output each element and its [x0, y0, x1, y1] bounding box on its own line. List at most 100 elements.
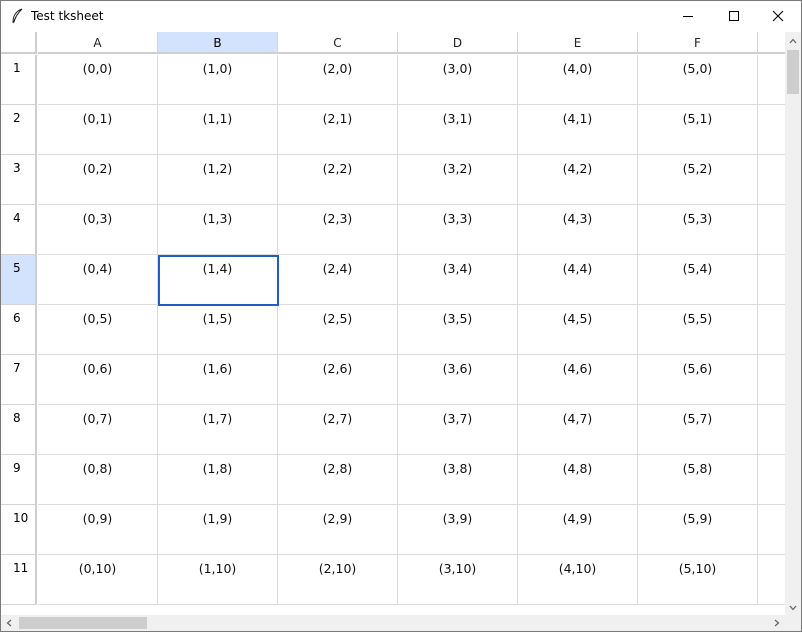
cell[interactable]: (2,6)	[278, 355, 398, 405]
cell[interactable]: (4,5)	[518, 305, 638, 355]
empty-area	[758, 455, 785, 505]
row-header-4[interactable]: 4	[1, 205, 37, 255]
row-header-8[interactable]: 8	[1, 405, 37, 455]
scroll-left-arrow[interactable]	[1, 615, 17, 631]
scroll-right-arrow[interactable]	[769, 615, 785, 631]
cell[interactable]: (5,5)	[638, 305, 758, 355]
window-title: Test tksheet	[31, 9, 104, 23]
cell[interactable]: (3,6)	[398, 355, 518, 405]
cell[interactable]: (1,8)	[158, 455, 278, 505]
row-header-5[interactable]: 5	[1, 255, 37, 305]
cell[interactable]: (3,9)	[398, 505, 518, 555]
cell[interactable]: (4,4)	[518, 255, 638, 305]
cell[interactable]: (4,6)	[518, 355, 638, 405]
cell[interactable]: (5,10)	[638, 555, 758, 605]
cell[interactable]: (5,8)	[638, 455, 758, 505]
cell[interactable]: (5,4)	[638, 255, 758, 305]
cell[interactable]: (0,2)	[38, 155, 158, 205]
cell[interactable]: (1,0)	[158, 55, 278, 105]
scroll-down-arrow[interactable]	[785, 599, 801, 615]
select-all-corner[interactable]	[1, 32, 37, 54]
cell[interactable]: (4,2)	[518, 155, 638, 205]
cell[interactable]: (1,6)	[158, 355, 278, 405]
cell[interactable]: (4,3)	[518, 205, 638, 255]
cell[interactable]: (3,8)	[398, 455, 518, 505]
vertical-scrollbar[interactable]	[785, 32, 801, 615]
cell[interactable]: (1,9)	[158, 505, 278, 555]
chevron-right-icon	[774, 616, 780, 630]
cell[interactable]: (4,10)	[518, 555, 638, 605]
cell[interactable]: (3,10)	[398, 555, 518, 605]
cell[interactable]: (2,3)	[278, 205, 398, 255]
cell[interactable]: (2,5)	[278, 305, 398, 355]
cell[interactable]: (1,4)	[158, 255, 278, 305]
row-header-11[interactable]: 11	[1, 555, 37, 605]
row-header-10[interactable]: 10	[1, 505, 37, 555]
cell[interactable]: (1,3)	[158, 205, 278, 255]
column-header-a[interactable]: A	[38, 32, 158, 54]
row-header-1[interactable]: 1	[1, 55, 37, 105]
row-header-3[interactable]: 3	[1, 155, 37, 205]
maximize-button[interactable]	[711, 1, 757, 31]
vertical-scroll-thumb[interactable]	[787, 50, 799, 94]
cell[interactable]: (0,0)	[38, 55, 158, 105]
horizontal-scrollbar[interactable]	[1, 615, 785, 631]
minimize-button[interactable]	[665, 1, 711, 31]
cell[interactable]: (1,7)	[158, 405, 278, 455]
cell[interactable]: (2,7)	[278, 405, 398, 455]
chevron-left-icon	[6, 616, 12, 630]
row-header-6[interactable]: 6	[1, 305, 37, 355]
cell[interactable]: (5,9)	[638, 505, 758, 555]
cell[interactable]: (2,1)	[278, 105, 398, 155]
cell[interactable]: (0,6)	[38, 355, 158, 405]
cell[interactable]: (2,0)	[278, 55, 398, 105]
cell[interactable]: (0,8)	[38, 455, 158, 505]
cell[interactable]: (3,1)	[398, 105, 518, 155]
column-header-b[interactable]: B	[158, 32, 278, 54]
cell[interactable]: (2,10)	[278, 555, 398, 605]
row-header-7[interactable]: 7	[1, 355, 37, 405]
cell[interactable]: (5,6)	[638, 355, 758, 405]
cell[interactable]: (4,1)	[518, 105, 638, 155]
column-header-e[interactable]: E	[518, 32, 638, 54]
cell[interactable]: (3,3)	[398, 205, 518, 255]
cell[interactable]: (0,4)	[38, 255, 158, 305]
cell[interactable]: (5,0)	[638, 55, 758, 105]
scroll-up-arrow[interactable]	[785, 32, 801, 48]
cell[interactable]: (0,9)	[38, 505, 158, 555]
cell[interactable]: (5,1)	[638, 105, 758, 155]
cell[interactable]: (5,7)	[638, 405, 758, 455]
cell[interactable]: (5,2)	[638, 155, 758, 205]
cell[interactable]: (1,1)	[158, 105, 278, 155]
cell[interactable]: (1,5)	[158, 305, 278, 355]
cell[interactable]: (0,3)	[38, 205, 158, 255]
cell[interactable]: (2,9)	[278, 505, 398, 555]
cell[interactable]: (3,4)	[398, 255, 518, 305]
cell[interactable]: (0,1)	[38, 105, 158, 155]
column-header-f[interactable]: F	[638, 32, 758, 54]
cell[interactable]: (2,8)	[278, 455, 398, 505]
cell[interactable]: (4,8)	[518, 455, 638, 505]
cell[interactable]: (0,5)	[38, 305, 158, 355]
cell[interactable]: (4,0)	[518, 55, 638, 105]
column-header-d[interactable]: D	[398, 32, 518, 54]
cell[interactable]: (1,2)	[158, 155, 278, 205]
row-header-9[interactable]: 9	[1, 455, 37, 505]
cell[interactable]: (3,0)	[398, 55, 518, 105]
horizontal-scroll-thumb[interactable]	[19, 617, 147, 629]
cell[interactable]: (3,2)	[398, 155, 518, 205]
row-header-2[interactable]: 2	[1, 105, 37, 155]
cell[interactable]: (0,10)	[38, 555, 158, 605]
cell[interactable]: (3,5)	[398, 305, 518, 355]
cell[interactable]: (5,3)	[638, 205, 758, 255]
cell[interactable]: (1,10)	[158, 555, 278, 605]
cell[interactable]: (3,7)	[398, 405, 518, 455]
cell[interactable]: (4,9)	[518, 505, 638, 555]
cell[interactable]: (2,2)	[278, 155, 398, 205]
cell[interactable]: (0,7)	[38, 405, 158, 455]
close-button[interactable]	[755, 1, 801, 31]
title-bar[interactable]: Test tksheet	[1, 1, 801, 31]
column-header-c[interactable]: C	[278, 32, 398, 54]
cell[interactable]: (2,4)	[278, 255, 398, 305]
cell[interactable]: (4,7)	[518, 405, 638, 455]
